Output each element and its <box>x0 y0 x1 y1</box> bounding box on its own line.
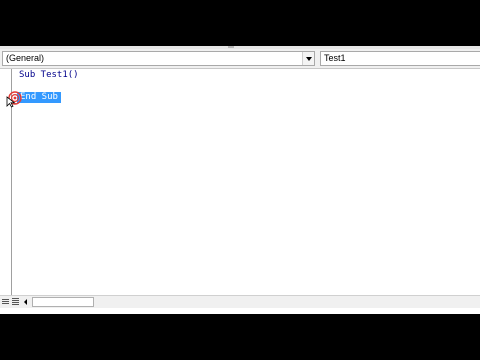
procedure-combo[interactable]: Test1 <box>320 51 480 66</box>
mouse-pointer-icon <box>6 96 16 108</box>
splitter-grip[interactable] <box>228 46 234 48</box>
code-line-sub[interactable]: Sub Test1() <box>19 70 79 81</box>
full-module-view-icon[interactable] <box>11 297 20 306</box>
procedure-view-icon[interactable] <box>1 297 10 306</box>
code-window-statusbar <box>0 295 480 308</box>
toolbar-divider <box>0 68 480 69</box>
object-combo-value: (General) <box>6 53 45 63</box>
vba-code-window: (General) Test1 Sub Test1() End Sub <box>0 46 480 314</box>
object-combo[interactable]: (General) <box>2 51 315 66</box>
combo-toolbar: (General) Test1 <box>0 49 480 68</box>
horizontal-scrollbar[interactable] <box>32 297 94 307</box>
procedure-combo-value: Test1 <box>324 53 346 63</box>
code-line-end-sub-selected[interactable]: End Sub <box>17 92 61 103</box>
video-frame: (General) Test1 Sub Test1() End Sub <box>0 0 480 360</box>
arrow-left-icon[interactable] <box>21 297 31 307</box>
window-bottom-edge <box>0 308 480 314</box>
chevron-down-icon[interactable] <box>302 52 314 65</box>
